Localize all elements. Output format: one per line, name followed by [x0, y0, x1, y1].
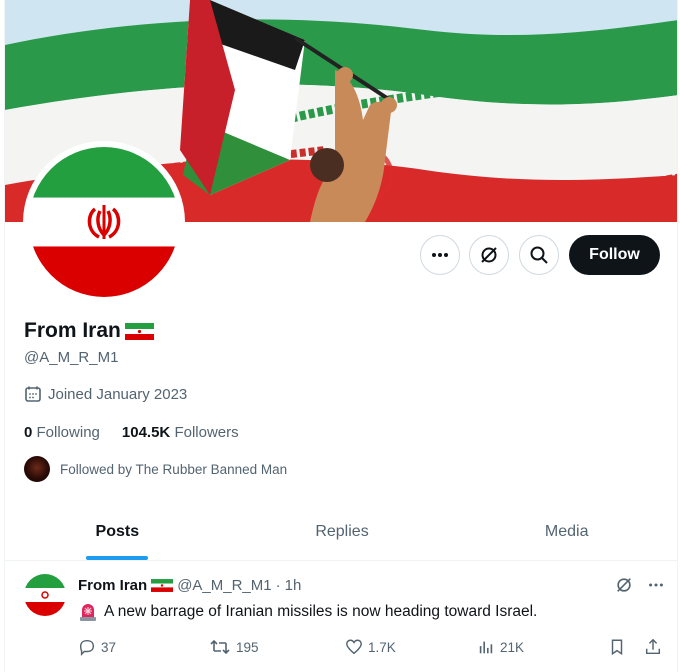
repost-icon [210, 639, 230, 655]
more-button[interactable] [420, 235, 460, 275]
share-button[interactable] [644, 638, 662, 656]
followed-by-text: Followed by The Rubber Banned Man [60, 461, 288, 477]
tweet-text: A new barrage of Iranian missiles is now… [78, 602, 537, 622]
tab-media[interactable]: Media [454, 504, 677, 560]
views-button[interactable]: 21K [477, 638, 524, 656]
like-count: 1.7K [368, 639, 396, 655]
like-button[interactable]: 1.7K [345, 638, 396, 656]
tweet-time[interactable]: 1h [285, 577, 302, 594]
more-icon[interactable] [647, 576, 665, 594]
tweet-separator: · [275, 577, 281, 594]
follow-button[interactable]: Follow [569, 235, 660, 275]
tab-media-label: Media [544, 523, 589, 540]
handle: @A_M_R_M1 [24, 349, 119, 366]
tweet-author-name[interactable]: From Iran [78, 577, 147, 594]
grok-icon [481, 247, 497, 263]
reply-count: 37 [101, 639, 117, 655]
reply-button[interactable]: 37 [78, 638, 116, 656]
following-label: Following [36, 424, 100, 441]
search-button[interactable] [519, 235, 559, 275]
follower-avatar [24, 456, 50, 482]
like-icon [346, 639, 362, 655]
tweet-avatar[interactable] [24, 574, 66, 616]
grok-icon[interactable] [615, 576, 633, 594]
following-link[interactable]: 0 Following [24, 424, 100, 441]
tweet-author-handle[interactable]: @A_M_R_M1 [177, 577, 271, 594]
iran-flag-avatar-image [29, 147, 179, 297]
tweet-top-actions [615, 576, 665, 594]
profile-tabs: Posts Replies Media [5, 504, 677, 561]
view-count: 21K [500, 639, 525, 655]
followers-label: Followers [174, 424, 239, 441]
more-icon [432, 253, 448, 257]
share-icon [645, 638, 661, 655]
repost-button[interactable]: 195 [209, 638, 259, 656]
reply-icon [79, 639, 95, 656]
calendar-icon [25, 386, 41, 402]
bookmark-icon [611, 639, 623, 656]
tab-replies-label: Replies [315, 523, 369, 540]
joined-date: Joined January 2023 [24, 385, 187, 403]
follow-counts: 0 Following 104.5K Followers [24, 424, 239, 441]
followers-link[interactable]: 104.5K Followers [122, 424, 239, 441]
repost-count: 195 [236, 639, 259, 655]
display-name-text: From Iran [24, 319, 121, 342]
siren-icon [80, 604, 96, 621]
followed-by[interactable]: Followed by The Rubber Banned Man [24, 456, 287, 482]
active-tab-indicator [86, 556, 149, 560]
views-icon [479, 641, 493, 654]
tab-posts[interactable]: Posts [5, 504, 230, 560]
tweet-body: A new barrage of Iranian missiles is now… [104, 603, 538, 620]
avatar[interactable] [29, 147, 179, 297]
iran-flag-icon [124, 322, 154, 340]
tweet[interactable]: From Iran @A_M_R_M1 · 1h A new barrage o… [5, 562, 677, 672]
tweet-actions: 37 195 1.7K 21K [78, 638, 668, 660]
search-icon [530, 246, 548, 264]
display-name: From Iran [24, 319, 154, 343]
following-count: 0 [24, 424, 33, 441]
followers-count: 104.5K [121, 424, 171, 441]
iran-flag-icon [151, 579, 174, 592]
tab-posts-label: Posts [95, 523, 140, 540]
joined-text: Joined January 2023 [48, 385, 188, 403]
iran-flag-avatar-image [24, 574, 66, 616]
tweet-header: From Iran @A_M_R_M1 · 1h [78, 577, 301, 594]
bookmark-button[interactable] [608, 638, 626, 656]
profile-page: Follow From Iran @A_M_R_M1 Joined Januar… [4, 0, 678, 672]
tab-replies[interactable]: Replies [230, 504, 455, 560]
grok-button[interactable] [469, 235, 509, 275]
